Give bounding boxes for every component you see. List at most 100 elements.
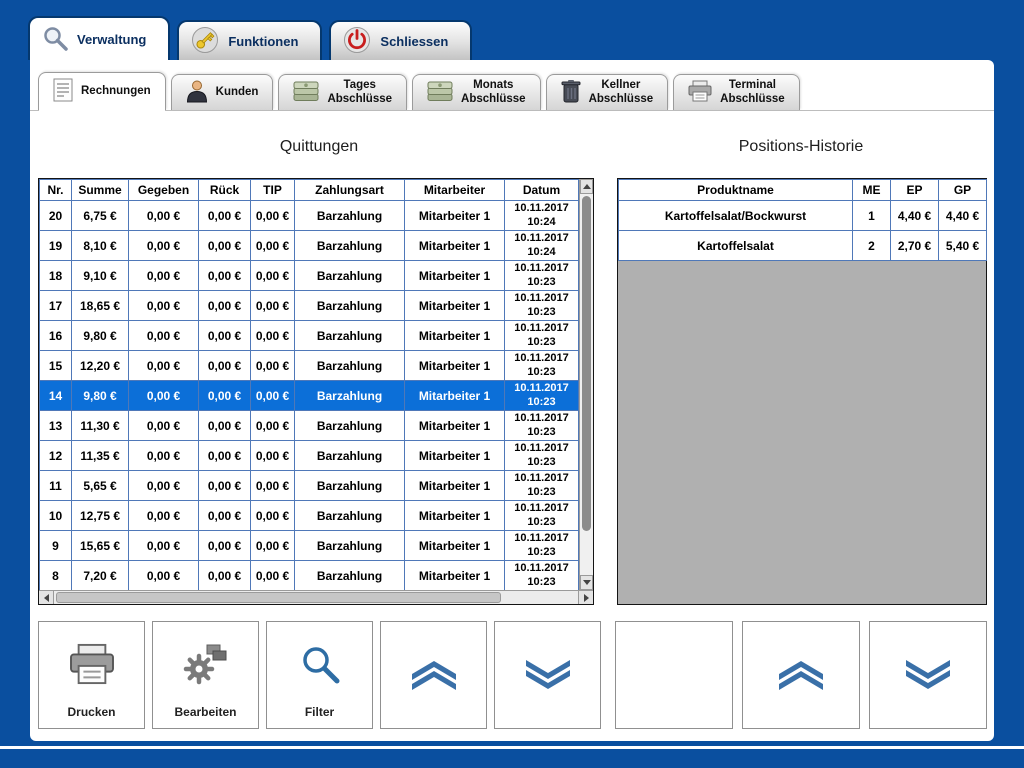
scroll-down-button[interactable] <box>580 575 593 590</box>
position-row[interactable]: Kartoffelsalat22,70 €5,40 € <box>619 231 987 261</box>
chevron-down-icon <box>525 622 571 728</box>
receipt-cell-rueck: 0,00 € <box>199 471 251 501</box>
receipt-row[interactable]: 1311,30 €0,00 €0,00 €0,00 €BarzahlungMit… <box>40 411 579 441</box>
tab-terminal-abschluesse[interactable]: TerminalAbschlüsse <box>673 74 800 110</box>
receipt-cell-tip: 0,00 € <box>251 501 295 531</box>
receipt-row[interactable]: 1718,65 €0,00 €0,00 €0,00 €BarzahlungMit… <box>40 291 579 321</box>
receipt-cell-summe: 11,30 € <box>72 411 129 441</box>
receipt-row[interactable]: 149,80 €0,00 €0,00 €0,00 €BarzahlungMita… <box>40 381 579 411</box>
receipt-row[interactable]: 1512,20 €0,00 €0,00 €0,00 €BarzahlungMit… <box>40 351 579 381</box>
receipt-cell-zahlungsart: Barzahlung <box>295 261 405 291</box>
receipt-cell-rueck: 0,00 € <box>199 441 251 471</box>
scrollbar-thumb[interactable] <box>56 592 501 603</box>
receipt-cell-mitarbeiter: Mitarbeiter 1 <box>405 441 505 471</box>
positions-scroll-down-button[interactable] <box>869 621 987 729</box>
receipt-row[interactable]: 189,10 €0,00 €0,00 €0,00 €BarzahlungMita… <box>40 261 579 291</box>
receipt-cell-datum: 10.11.201710:23 <box>505 531 579 561</box>
receipt-row[interactable]: 115,65 €0,00 €0,00 €0,00 €BarzahlungMita… <box>40 471 579 501</box>
receipt-cell-mitarbeiter: Mitarbeiter 1 <box>405 201 505 231</box>
cash-icon <box>293 80 319 105</box>
receipt-cell-zahlungsart: Barzahlung <box>295 471 405 501</box>
tab-verwaltung[interactable]: Verwaltung <box>28 16 170 60</box>
button-label: Drucken <box>67 705 115 728</box>
tab-monats-abschluesse[interactable]: MonatsAbschlüsse <box>412 74 541 110</box>
tab-label: Funktionen <box>228 34 298 49</box>
receipt-cell-gegeben: 0,00 € <box>129 231 199 261</box>
scroll-left-button[interactable] <box>39 591 54 604</box>
receipt-icon <box>53 78 73 105</box>
receipt-cell-nr: 19 <box>40 231 72 261</box>
receipt-row[interactable]: 87,20 €0,00 €0,00 €0,00 €BarzahlungMitar… <box>40 561 579 591</box>
receipts-horizontal-scrollbar[interactable] <box>39 590 593 604</box>
tab-funktionen[interactable]: Funktionen <box>177 20 322 60</box>
tab-tages-abschluesse[interactable]: TagesAbschlüsse <box>278 74 407 110</box>
position-cell-gp: 5,40 € <box>939 231 987 261</box>
positions-title: Positions-Historie <box>608 138 994 156</box>
scroll-up-button[interactable] <box>580 179 593 194</box>
tab-label: Kellner <box>589 79 654 93</box>
receipt-row[interactable]: 169,80 €0,00 €0,00 €0,00 €BarzahlungMita… <box>40 321 579 351</box>
tab-kunden[interactable]: Kunden <box>171 74 274 110</box>
positions-scroll-up-button[interactable] <box>742 621 860 729</box>
receipt-cell-summe: 18,65 € <box>72 291 129 321</box>
receipt-cell-gegeben: 0,00 € <box>129 471 199 501</box>
receipt-cell-gegeben: 0,00 € <box>129 261 199 291</box>
scrollbar-track[interactable] <box>54 591 578 604</box>
tab-schliessen[interactable]: Schliessen <box>329 20 472 60</box>
receipt-cell-rueck: 0,00 € <box>199 321 251 351</box>
receipt-cell-datum: 10.11.201710:24 <box>505 201 579 231</box>
receipt-cell-rueck: 0,00 € <box>199 261 251 291</box>
bearbeiten-button[interactable]: Bearbeiten <box>152 621 259 729</box>
receipt-cell-summe: 9,10 € <box>72 261 129 291</box>
tab-rechnungen[interactable]: Rechnungen <box>38 72 166 110</box>
receipt-cell-rueck: 0,00 € <box>199 231 251 261</box>
receipt-row[interactable]: 1012,75 €0,00 €0,00 €0,00 €BarzahlungMit… <box>40 501 579 531</box>
receipt-cell-gegeben: 0,00 € <box>129 501 199 531</box>
receipt-row[interactable]: 1211,35 €0,00 €0,00 €0,00 €BarzahlungMit… <box>40 441 579 471</box>
chevron-up-icon <box>778 622 824 728</box>
triangle-up-icon <box>583 184 591 189</box>
bottom-divider <box>0 746 1024 749</box>
receipts-column-header: Rück <box>199 180 251 201</box>
receipt-cell-gegeben: 0,00 € <box>129 411 199 441</box>
filter-button[interactable]: Filter <box>266 621 373 729</box>
position-cell-gp: 4,40 € <box>939 201 987 231</box>
tab-label: Tages <box>327 79 392 93</box>
receipt-row[interactable]: 206,75 €0,00 €0,00 €0,00 €BarzahlungMita… <box>40 201 579 231</box>
receipt-cell-gegeben: 0,00 € <box>129 321 199 351</box>
receipts-column-header: Mitarbeiter <box>405 180 505 201</box>
drucken-button[interactable]: Drucken <box>38 621 145 729</box>
receipt-cell-mitarbeiter: Mitarbeiter 1 <box>405 231 505 261</box>
receipt-cell-tip: 0,00 € <box>251 351 295 381</box>
scrollbar-thumb[interactable] <box>582 196 591 531</box>
receipt-cell-zahlungsart: Barzahlung <box>295 201 405 231</box>
receipt-cell-zahlungsart: Barzahlung <box>295 291 405 321</box>
receipt-cell-zahlungsart: Barzahlung <box>295 231 405 261</box>
receipt-cell-datum: 10.11.201710:23 <box>505 381 579 411</box>
receipts-scroll-up-button[interactable] <box>380 621 487 729</box>
receipt-cell-nr: 17 <box>40 291 72 321</box>
main-panel: Rechnungen Kunden TagesAbschlüsse <box>30 60 994 741</box>
receipt-cell-zahlungsart: Barzahlung <box>295 411 405 441</box>
receipt-row[interactable]: 198,10 €0,00 €0,00 €0,00 €BarzahlungMita… <box>40 231 579 261</box>
scrollbar-track[interactable] <box>580 194 593 575</box>
receipt-cell-tip: 0,00 € <box>251 531 295 561</box>
positions-empty-button[interactable] <box>615 621 733 729</box>
receipt-cell-gegeben: 0,00 € <box>129 441 199 471</box>
receipt-cell-gegeben: 0,00 € <box>129 201 199 231</box>
receipt-row[interactable]: 915,65 €0,00 €0,00 €0,00 €BarzahlungMita… <box>40 531 579 561</box>
position-row[interactable]: Kartoffelsalat/Bockwurst14,40 €4,40 € <box>619 201 987 231</box>
scroll-right-button[interactable] <box>578 591 593 604</box>
receipt-cell-nr: 11 <box>40 471 72 501</box>
positions-header-row: ProduktnameMEEPGP <box>619 180 987 201</box>
receipt-cell-nr: 10 <box>40 501 72 531</box>
trash-icon <box>561 79 581 106</box>
receipts-column-header: Nr. <box>40 180 72 201</box>
triangle-right-icon <box>584 594 589 602</box>
receipts-table: Nr.SummeGegebenRückTIPZahlungsartMitarbe… <box>39 179 579 591</box>
receipts-scroll-down-button[interactable] <box>494 621 601 729</box>
tab-kellner-abschluesse[interactable]: KellnerAbschlüsse <box>546 74 669 110</box>
receipts-vertical-scrollbar[interactable] <box>579 179 593 590</box>
printer-icon <box>69 622 115 705</box>
receipt-cell-datum: 10.11.201710:23 <box>505 351 579 381</box>
